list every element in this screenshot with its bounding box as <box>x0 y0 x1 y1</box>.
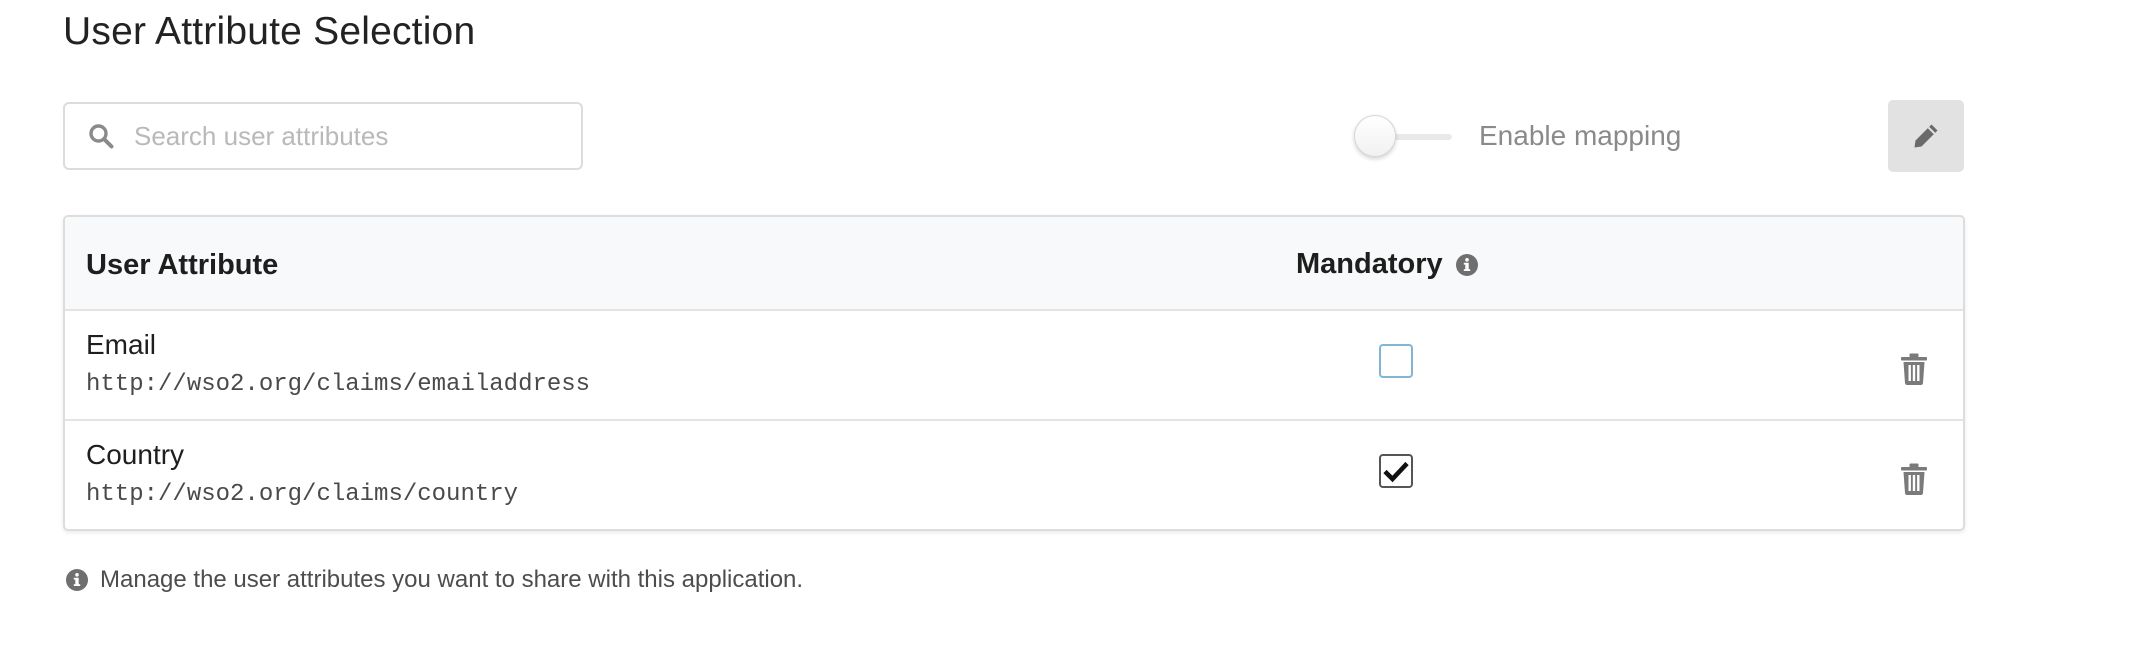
pencil-icon <box>1914 124 1938 148</box>
table-row: Email http://wso2.org/claims/emailaddres… <box>65 311 1963 421</box>
toggle-knob[interactable] <box>1354 115 1396 157</box>
user-attribute-selection-panel: User Attribute Selection Enable mapping … <box>0 0 2148 654</box>
table-row: Country http://wso2.org/claims/country <box>65 421 1963 529</box>
info-icon[interactable] <box>1455 253 1479 277</box>
search-box[interactable] <box>63 102 583 170</box>
attribute-uri: http://wso2.org/claims/emailaddress <box>86 371 591 398</box>
trash-icon[interactable] <box>1901 353 1927 385</box>
user-attributes-table: User Attribute Mandatory Email http://ws… <box>63 215 1965 531</box>
attribute-name: Email <box>86 329 157 360</box>
column-header-mandatory-label: Mandatory <box>1296 248 1443 280</box>
mandatory-checkbox[interactable] <box>1379 344 1413 378</box>
table-header: User Attribute Mandatory <box>65 217 1963 311</box>
help-hint: Manage the user attributes you want to s… <box>63 566 803 594</box>
trash-icon[interactable] <box>1901 463 1927 495</box>
enable-mapping-toggle[interactable] <box>1354 112 1454 162</box>
attribute-name: Country <box>86 439 185 470</box>
enable-mapping-label: Enable mapping <box>1479 120 1682 151</box>
attribute-uri: http://wso2.org/claims/country <box>86 481 519 508</box>
hint-text: Manage the user attributes you want to s… <box>100 566 804 593</box>
column-header-user-attribute: User Attribute <box>86 249 279 281</box>
search-input[interactable] <box>134 120 534 152</box>
column-header-mandatory: Mandatory <box>1296 248 1479 281</box>
search-icon <box>89 124 114 149</box>
page-title: User Attribute Selection <box>63 10 476 53</box>
info-icon <box>66 569 88 591</box>
checkmark-icon <box>1383 461 1409 483</box>
mandatory-checkbox[interactable] <box>1379 454 1413 488</box>
edit-button[interactable] <box>1888 100 1964 172</box>
